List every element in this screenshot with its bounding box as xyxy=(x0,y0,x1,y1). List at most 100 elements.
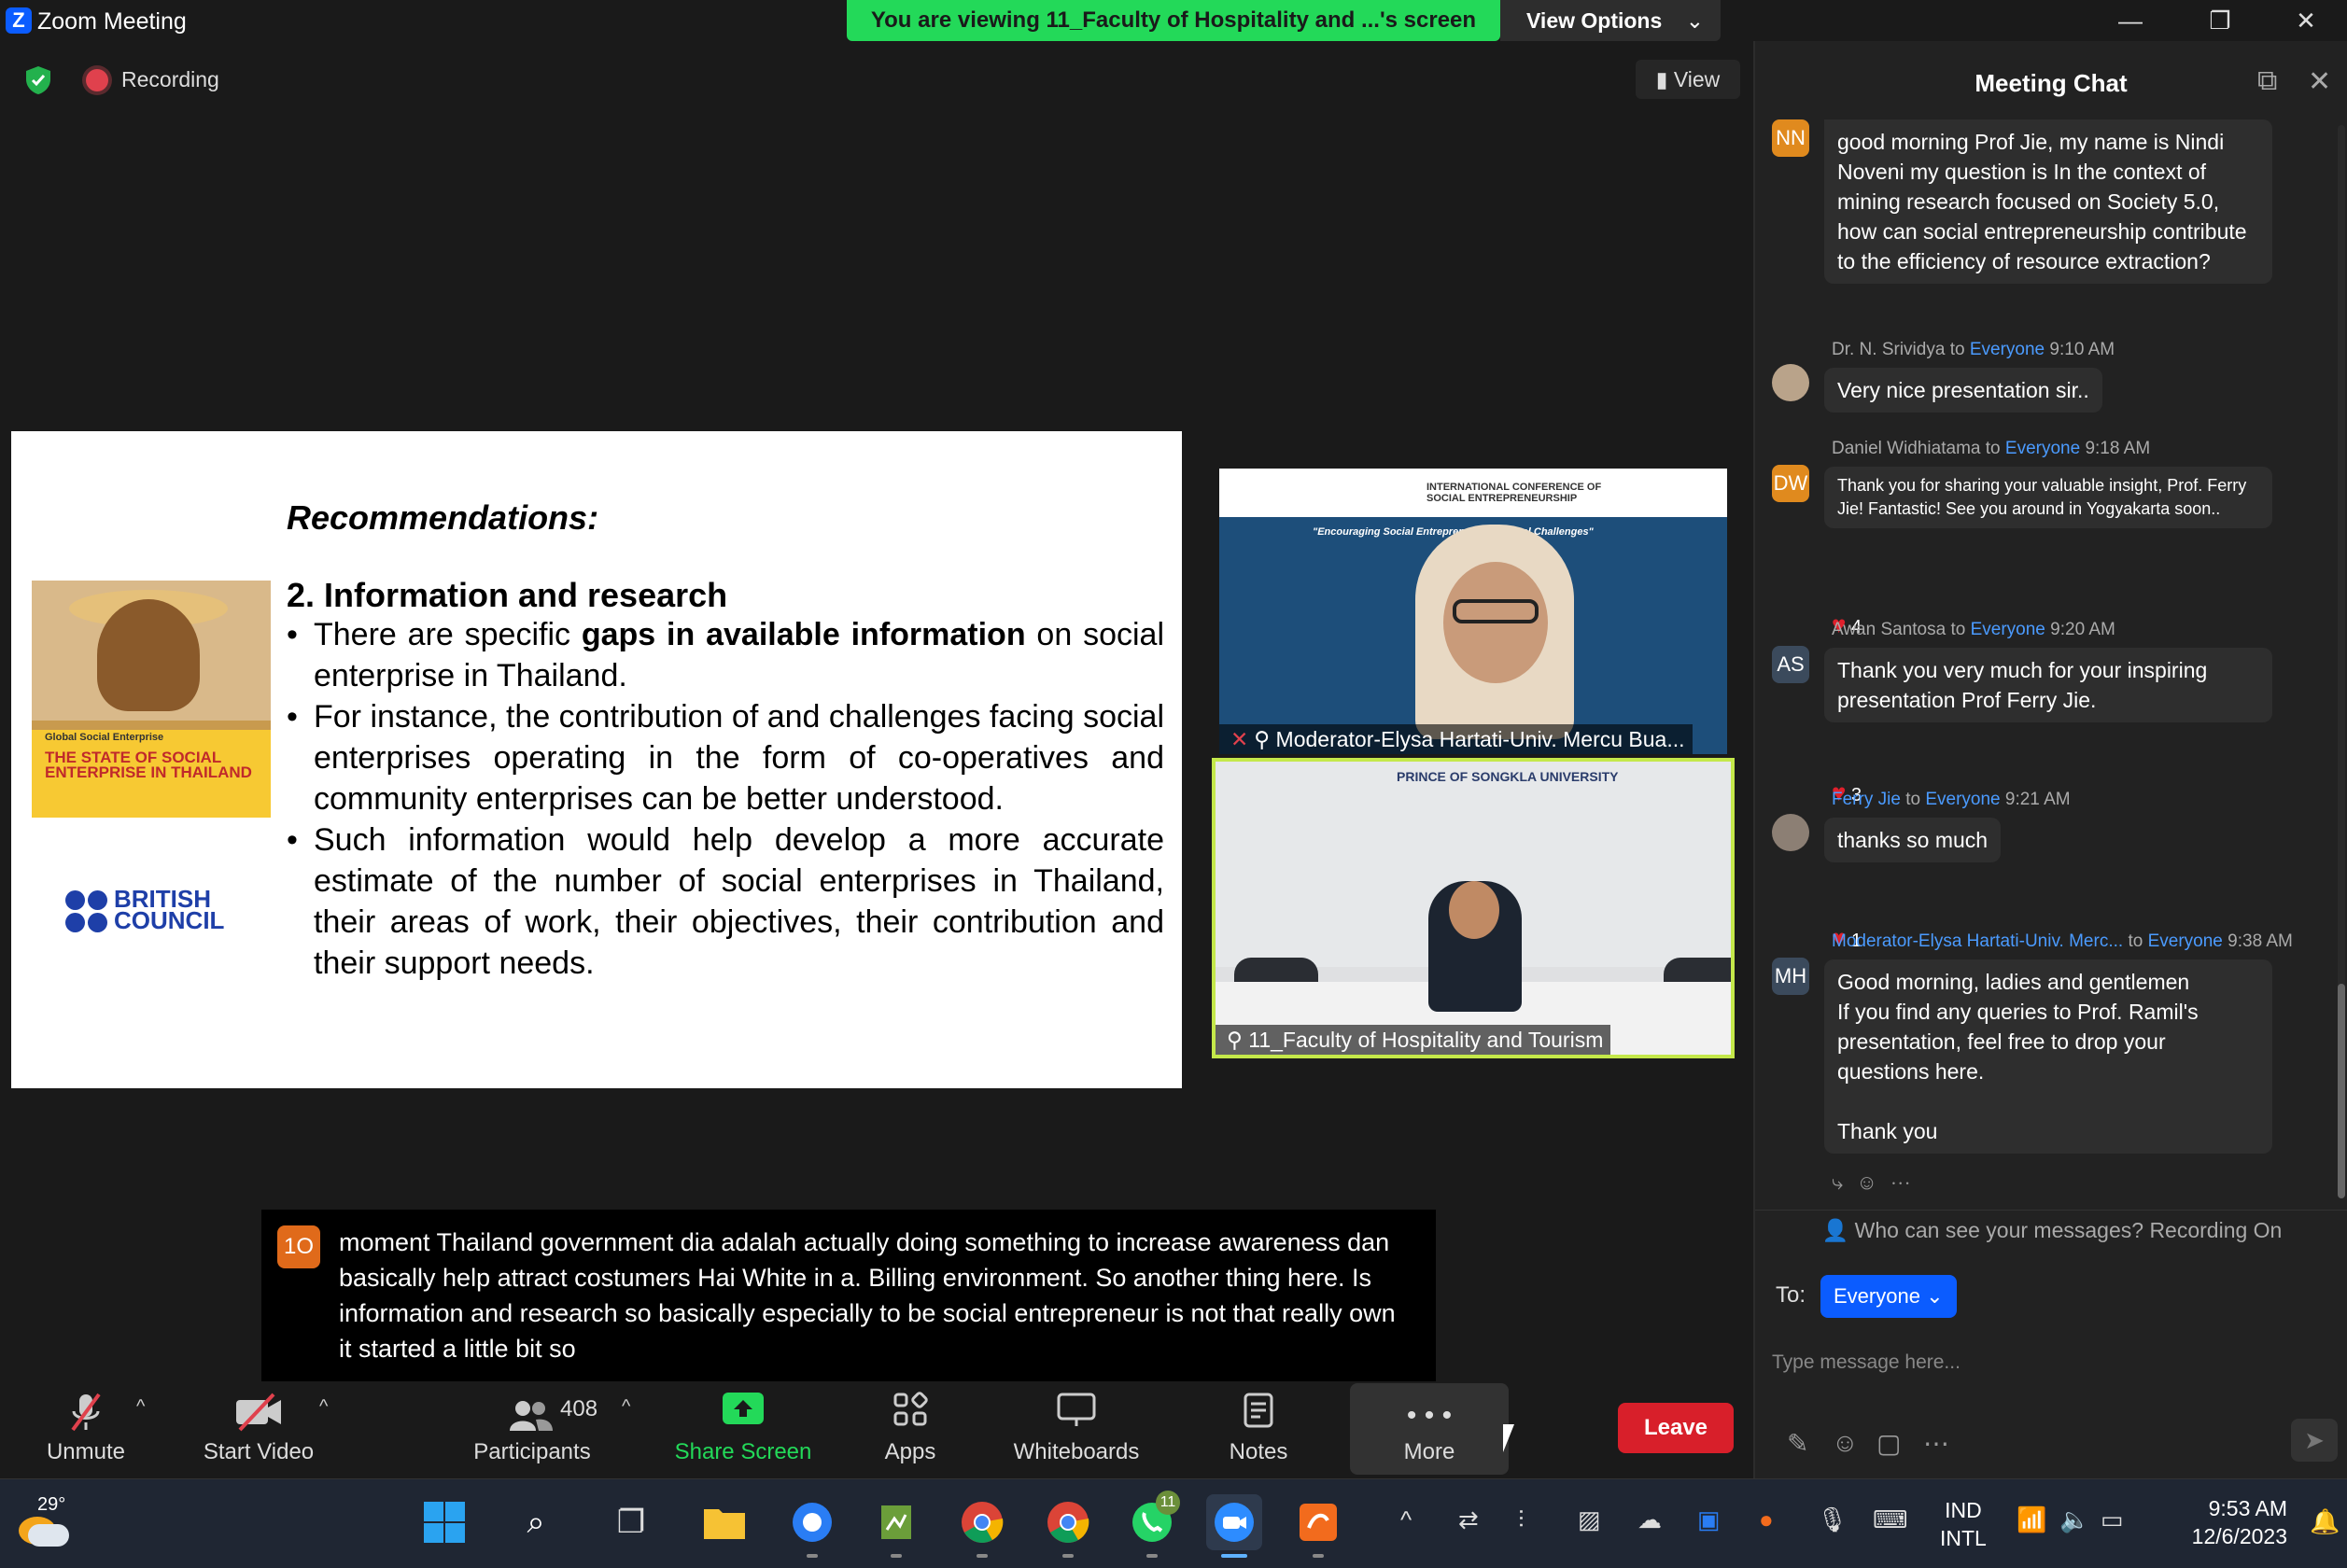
visibility-notice[interactable]: 👤 Who can see your messages? Recording O… xyxy=(1755,1210,2347,1247)
unmute-button[interactable]: Unmute xyxy=(28,1381,144,1478)
task-view-icon[interactable]: ❐ xyxy=(603,1494,659,1550)
leave-button[interactable]: Leave xyxy=(1618,1403,1734,1453)
chrome-icon[interactable] xyxy=(954,1494,1010,1558)
message-bubble[interactable]: Thank you very much for your inspiring p… xyxy=(1824,648,2272,722)
message-bubble[interactable]: Good morning, ladies and gentlemen If yo… xyxy=(1824,959,2272,1154)
keyboard-layout-icon[interactable]: ⌨ xyxy=(1873,1505,1908,1534)
recipient: Everyone xyxy=(1969,340,2045,359)
apps-button[interactable]: Apps xyxy=(859,1381,962,1478)
weather-widget[interactable]: 29° xyxy=(13,1494,78,1550)
video-tile-active-speaker[interactable]: PRINCE OF SONGKLA UNIVERSITY ⚲ 11_Facult… xyxy=(1212,758,1735,1058)
battery-icon[interactable]: ▭ xyxy=(2101,1505,2124,1534)
video-options-caret-icon[interactable]: ^ xyxy=(319,1396,328,1418)
tray-blue-app-icon[interactable]: ▣ xyxy=(1697,1505,1721,1534)
volume-icon[interactable]: 🔈 xyxy=(2059,1505,2089,1534)
view-options-button[interactable]: View Options ⌄ xyxy=(1500,0,1721,41)
tray-orange-app-icon[interactable]: ● xyxy=(1759,1505,1774,1534)
pdf-app-icon[interactable] xyxy=(1290,1494,1346,1558)
message-meta: Dr. N. Srividya to Everyone 9:10 AM xyxy=(1832,340,2115,360)
visibility-text: Who can see your messages? Recording On xyxy=(1854,1218,2283,1242)
participants-options-caret-icon[interactable]: ^ xyxy=(622,1396,630,1418)
message-time: 9:10 AM xyxy=(2049,340,2115,359)
notes-button[interactable]: Notes xyxy=(1204,1381,1313,1478)
sender-name: Awan Santosa xyxy=(1832,620,1946,639)
view-button[interactable]: ▮ View xyxy=(1636,60,1740,99)
tray-app-icon[interactable]: ⫶ xyxy=(1518,1505,1525,1535)
language-line-2: INTL xyxy=(1940,1526,1987,1550)
onedrive-cloud-icon[interactable]: ☁ xyxy=(1637,1505,1662,1534)
chat-scrollbar-thumb[interactable] xyxy=(2338,984,2345,1198)
tray-image-icon[interactable]: ▨ xyxy=(1578,1505,1601,1534)
share-banner: You are viewing 11_Faculty of Hospitalit… xyxy=(847,0,1500,41)
video-tile-moderator[interactable]: INTERNATIONAL CONFERENCE OF SOCIAL ENTRE… xyxy=(1219,469,1727,754)
app-blue-circle-icon[interactable] xyxy=(784,1494,840,1558)
pop-out-icon[interactable]: ⧉ xyxy=(2257,65,2277,97)
participants-button[interactable]: 408 Participants xyxy=(467,1381,597,1478)
wifi-icon[interactable]: 📶 xyxy=(2017,1505,2046,1534)
more-button[interactable]: • • • More xyxy=(1350,1383,1509,1475)
file-attach-icon[interactable]: ▢ xyxy=(1876,1428,1901,1459)
encryption-shield-icon[interactable] xyxy=(24,65,52,95)
file-explorer-icon[interactable] xyxy=(696,1494,752,1550)
meeting-toolbar: Unmute ^ Start Video ^ 408 Participants … xyxy=(0,1381,1751,1478)
recipient-select[interactable]: Everyone ⌄ xyxy=(1820,1275,1957,1318)
share-screen-icon xyxy=(672,1391,814,1437)
temperature: 29° xyxy=(37,1494,66,1515)
close-chat-icon[interactable]: ✕ xyxy=(2308,65,2331,98)
windows-taskbar: 29° ⌕ ❐ 11 ^ ⇄ ⫶ ▨ ☁ ▣ ● 🎙 ⌨ IND INTL 📶 🔈… xyxy=(0,1478,2347,1568)
share-screen-button[interactable]: Share Screen xyxy=(672,1381,814,1478)
sender-name: Daniel Widhiatama xyxy=(1832,439,1981,458)
slide-bullet-2: For instance, the contribution of and ch… xyxy=(287,696,1164,819)
more-options-icon[interactable]: ⋯ xyxy=(1923,1428,1949,1459)
chat-scrollbar[interactable] xyxy=(2338,125,2345,1198)
message-line-2: If you find any queries to Prof. Ramil's… xyxy=(1837,1000,2199,1084)
zoom-app-window: Z Zoom Meeting You are viewing 11_Facult… xyxy=(0,0,2347,1568)
notes-label: Notes xyxy=(1229,1439,1288,1464)
emoji-react-icon[interactable]: ☺ xyxy=(1856,1170,1890,1194)
video-tile-name-label: ✕ ⚲ Moderator-Elysa Hartati-Univ. Mercu B… xyxy=(1219,724,1693,754)
recording-dot-icon[interactable] xyxy=(86,69,108,91)
recipient: Everyone xyxy=(2147,931,2223,951)
whatsapp-icon[interactable]: 11 xyxy=(1124,1491,1180,1558)
message-time: 9:20 AM xyxy=(2050,620,2115,639)
minimize-button[interactable]: — xyxy=(2097,0,2164,41)
chat-message-input[interactable] xyxy=(1772,1335,2332,1391)
whiteboards-button[interactable]: Whiteboards xyxy=(999,1381,1154,1478)
start-video-button[interactable]: Start Video xyxy=(192,1381,325,1478)
emoji-icon[interactable]: ☺ xyxy=(1832,1428,1859,1458)
message-time: 9:38 AM xyxy=(2228,931,2293,951)
close-window-button[interactable]: ✕ xyxy=(2272,0,2340,41)
chevron-down-icon: ⌄ xyxy=(1685,8,1704,33)
slide-bullet-3: Such information would help develop a mo… xyxy=(287,819,1164,984)
sender-avatar: AS xyxy=(1772,646,1809,683)
input-language[interactable]: IND INTL xyxy=(1940,1496,1987,1552)
notification-bell-icon[interactable]: 🔔 xyxy=(2310,1507,2340,1536)
search-icon[interactable]: ⌕ xyxy=(508,1494,564,1550)
title-bar: Z Zoom Meeting You are viewing 11_Facult… xyxy=(0,0,2347,41)
british-council-dots-icon xyxy=(65,890,108,933)
app-green-doc-icon[interactable] xyxy=(868,1494,924,1558)
show-hidden-icons-chevron[interactable]: ^ xyxy=(1400,1505,1412,1534)
sender-avatar: MH xyxy=(1772,958,1809,995)
system-clock[interactable]: 9:53 AM 12/6/2023 xyxy=(2157,1494,2287,1550)
format-text-icon[interactable]: ✎ xyxy=(1787,1428,1808,1459)
chrome-profile-icon[interactable] xyxy=(1040,1494,1096,1558)
zoom-taskbar-icon[interactable] xyxy=(1206,1494,1262,1558)
slide-heading: 2. Information and research xyxy=(287,576,728,614)
running-indicator xyxy=(807,1554,818,1558)
start-menu-icon[interactable] xyxy=(416,1494,472,1550)
send-icon[interactable]: ➤ xyxy=(2291,1419,2338,1462)
message-bubble[interactable]: good morning Prof Jie, my name is Nindi … xyxy=(1824,119,2272,284)
clock-time: 9:53 AM xyxy=(2208,1496,2287,1520)
recording-label[interactable]: Recording xyxy=(121,67,219,92)
message-bubble[interactable]: thanks so much xyxy=(1824,818,2002,862)
message-bubble[interactable]: Thank you for sharing your valuable insi… xyxy=(1824,467,2272,528)
restore-button[interactable]: ❐ xyxy=(2186,0,2254,41)
message-bubble[interactable]: Very nice presentation sir.. xyxy=(1824,368,2102,413)
audio-options-caret-icon[interactable]: ^ xyxy=(136,1396,145,1418)
microphone-icon[interactable]: 🎙 xyxy=(1817,1505,1848,1534)
notes-icon xyxy=(1204,1391,1313,1437)
tray-settings-icon[interactable]: ⇄ xyxy=(1458,1505,1479,1534)
more-actions-icon[interactable]: ⋯ xyxy=(1890,1170,1924,1194)
reply-icon[interactable]: ⤷ xyxy=(1832,1170,1856,1194)
